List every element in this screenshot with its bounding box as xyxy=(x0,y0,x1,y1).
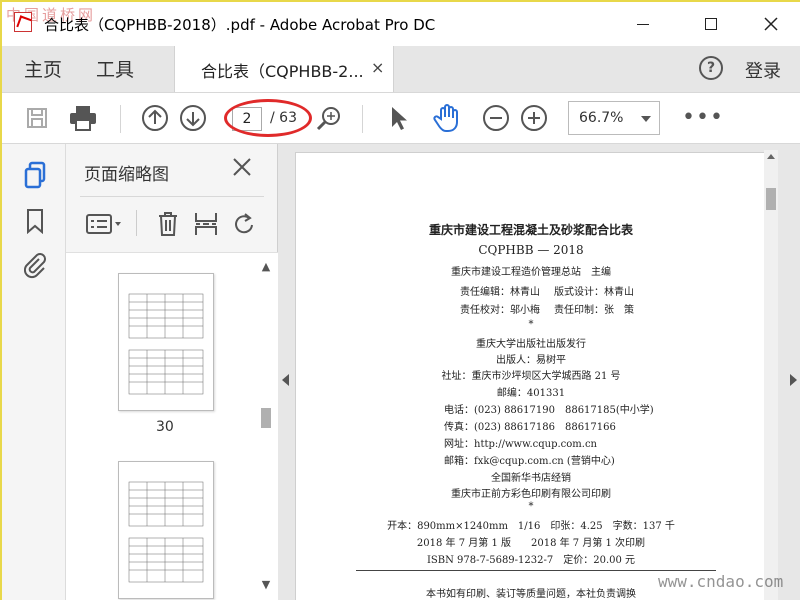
hand-tool-icon[interactable] xyxy=(432,103,462,133)
page-editor: 重庆市建设工程造价管理总站 主编 xyxy=(451,267,611,278)
page-fax: 传真：(023) 88617186 88617166 xyxy=(444,422,616,433)
page-star: * xyxy=(528,501,534,512)
menu-tools[interactable]: 工具 xyxy=(96,55,134,82)
toolbar: 2 / 63 66.7% ••• xyxy=(2,92,800,144)
acrobat-icon xyxy=(14,12,32,32)
window-title: 合比表（CQPHBB-2018）.pdf - Adobe Acrobat Pro… xyxy=(44,16,436,34)
title-bar: 中国道桥网 合比表（CQPHBB-2018）.pdf - Adobe Acrob… xyxy=(2,2,800,46)
page-postcode: 邮编：401331 xyxy=(496,388,566,399)
page-phone: 电话：(023) 88617190 88617185(中小学) xyxy=(444,405,654,416)
zoom-out-icon[interactable] xyxy=(481,103,511,133)
previous-page-icon[interactable] xyxy=(140,103,170,133)
scroll-down-icon[interactable]: ▼ xyxy=(259,578,273,592)
attachment-icon[interactable] xyxy=(22,250,48,280)
page-edition: 2018 年 7 月第 1 版 2018 年 7 月第 1 次印刷 xyxy=(416,538,646,549)
select-cursor-icon[interactable] xyxy=(384,103,414,133)
page-thumbnails-icon[interactable] xyxy=(22,160,48,190)
page-printing: 责任印制：张 策 xyxy=(554,305,634,316)
rotate-page-icon[interactable] xyxy=(230,210,258,238)
page-publisher: 重庆大学出版社出版发行 xyxy=(476,339,586,350)
page-star: * xyxy=(528,319,534,330)
zoom-search-icon[interactable] xyxy=(314,103,344,133)
thumbnail-list: 30 xyxy=(66,252,278,600)
chevron-down-icon xyxy=(641,116,651,122)
page-publisher-person: 出版人：易树平 xyxy=(496,355,566,366)
close-tab-icon[interactable]: × xyxy=(371,58,384,77)
zoom-dropdown[interactable]: 66.7% xyxy=(568,101,660,135)
panel-toolbar xyxy=(80,206,270,242)
collapse-left-icon[interactable] xyxy=(282,374,289,386)
help-icon[interactable]: ? xyxy=(699,56,723,80)
login-link[interactable]: 登录 xyxy=(745,57,781,83)
page-proofreader: 责任校对：邬小梅 xyxy=(460,305,540,316)
page-format: 开本：890mm×1240mm 1/16 印张：4.25 字数：137 千 xyxy=(387,521,675,532)
menu-home[interactable]: 主页 xyxy=(24,55,62,82)
scroll-up-icon[interactable] xyxy=(767,154,775,159)
document-tab-label: 合比表（CQPHBB-2... xyxy=(201,62,364,81)
page-code: CQPHBB — 2018 xyxy=(478,243,584,257)
page-email: 邮箱：fxk@cqup.com.cn (营销中心) xyxy=(444,456,615,467)
close-window-button[interactable] xyxy=(748,2,794,46)
thumbnail-page-number: 30 xyxy=(156,419,174,435)
panel-title: 页面缩略图 xyxy=(84,165,169,185)
document-scroll-thumb[interactable] xyxy=(766,188,776,210)
more-options-icon[interactable]: ••• xyxy=(682,105,724,130)
window-frame: 中国道桥网 合比表（CQPHBB-2018）.pdf - Adobe Acrob… xyxy=(0,0,800,600)
bookmark-icon[interactable] xyxy=(22,206,48,236)
page-isbn: ISBN 978-7-5689-1232-7 定价：20.00 元 xyxy=(426,555,636,566)
delete-page-icon[interactable] xyxy=(154,210,182,238)
watermark-bottom: www.cndao.com xyxy=(658,572,784,591)
navigation-rail xyxy=(2,144,66,600)
next-page-icon[interactable] xyxy=(178,103,208,133)
close-panel-icon[interactable] xyxy=(232,154,252,184)
thumbnail-options-icon[interactable] xyxy=(84,210,124,238)
document-view: 重庆市建设工程混凝土及砂浆配合比表 CQPHBB — 2018 重庆市建设工程造… xyxy=(278,144,800,600)
save-icon[interactable] xyxy=(22,103,52,133)
page-thumbnail[interactable] xyxy=(118,461,214,599)
expand-right-icon[interactable] xyxy=(790,374,797,386)
zoom-in-icon[interactable] xyxy=(519,103,549,133)
page-printer: 重庆市正前方彩色印刷有限公司印刷 xyxy=(451,489,611,500)
maximize-button[interactable] xyxy=(688,2,734,46)
extract-pages-icon[interactable] xyxy=(192,210,220,238)
menu-bar: 主页 工具 合比表（CQPHBB-2... × ? 登录 xyxy=(2,46,800,92)
page-title: 重庆市建设工程混凝土及砂浆配合比表 xyxy=(428,223,633,237)
page-layout-design: 版式设计：林青山 xyxy=(554,287,634,298)
document-tab[interactable]: 合比表（CQPHBB-2... × xyxy=(174,46,394,92)
page-website: 网址：http://www.cqup.com.cn xyxy=(444,439,598,450)
scroll-up-icon[interactable]: ▲ xyxy=(259,260,273,274)
zoom-value: 66.7% xyxy=(579,110,624,126)
minimize-button[interactable] xyxy=(620,2,666,46)
print-icon[interactable] xyxy=(68,103,98,133)
page-responsible-editor: 责任编辑：林青山 xyxy=(460,287,540,298)
page-thumbnail[interactable] xyxy=(118,273,214,411)
page-distributor: 全国新华书店经销 xyxy=(491,473,571,484)
document-scrollbar[interactable] xyxy=(764,150,778,600)
thumbnails-panel: 页面缩略图 30 ▲ ▼ xyxy=(66,144,278,600)
thumbnail-scrollbar[interactable]: ▲ ▼ xyxy=(259,256,273,596)
page-address: 社址：重庆市沙坪坝区大学城西路 21 号 xyxy=(441,371,621,382)
scroll-thumb[interactable] xyxy=(261,408,271,428)
highlight-oval xyxy=(224,99,312,137)
pdf-page: 重庆市建设工程混凝土及砂浆配合比表 CQPHBB — 2018 重庆市建设工程造… xyxy=(295,152,765,600)
